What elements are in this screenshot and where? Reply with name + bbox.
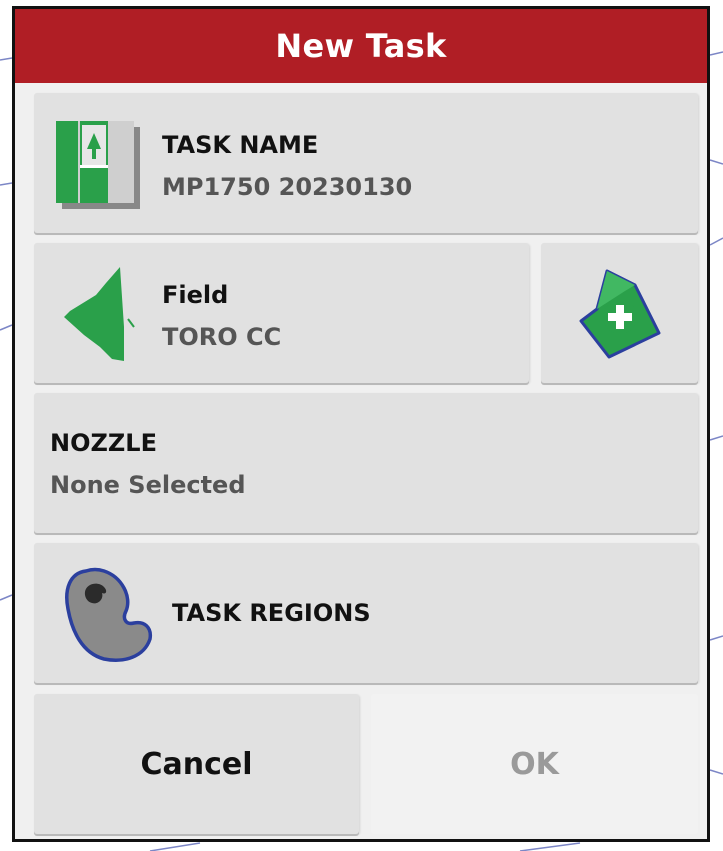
ok-label: OK xyxy=(510,746,559,782)
task-regions-label: TASK REGIONS xyxy=(172,599,371,627)
dialog-title: New Task xyxy=(275,27,447,65)
add-field-button[interactable] xyxy=(541,243,698,383)
cancel-label: Cancel xyxy=(140,746,253,782)
task-name-value: MP1750 20230130 xyxy=(162,173,413,201)
field-value: TORO CC xyxy=(162,323,282,351)
ok-button[interactable]: OK xyxy=(371,694,698,834)
nozzle-button[interactable]: NOZZLE None Selected xyxy=(34,393,698,533)
field-label: Field xyxy=(162,281,229,309)
nozzle-value: None Selected xyxy=(50,471,246,499)
task-name-icon xyxy=(56,121,140,209)
field-button[interactable]: Field TORO CC xyxy=(34,243,529,383)
task-name-button[interactable]: TASK NAME MP1750 20230130 xyxy=(34,93,698,233)
task-name-label: TASK NAME xyxy=(162,131,319,159)
add-field-icon xyxy=(579,269,661,359)
nozzle-label: NOZZLE xyxy=(50,429,157,457)
cancel-button[interactable]: Cancel xyxy=(34,694,359,834)
task-regions-icon xyxy=(65,567,153,662)
new-task-dialog: New Task TASK NAME MP1750 20230130 Field… xyxy=(12,6,710,842)
dialog-title-bar: New Task xyxy=(15,9,707,83)
field-map-icon xyxy=(64,267,135,361)
task-regions-button[interactable]: TASK REGIONS xyxy=(34,543,698,683)
